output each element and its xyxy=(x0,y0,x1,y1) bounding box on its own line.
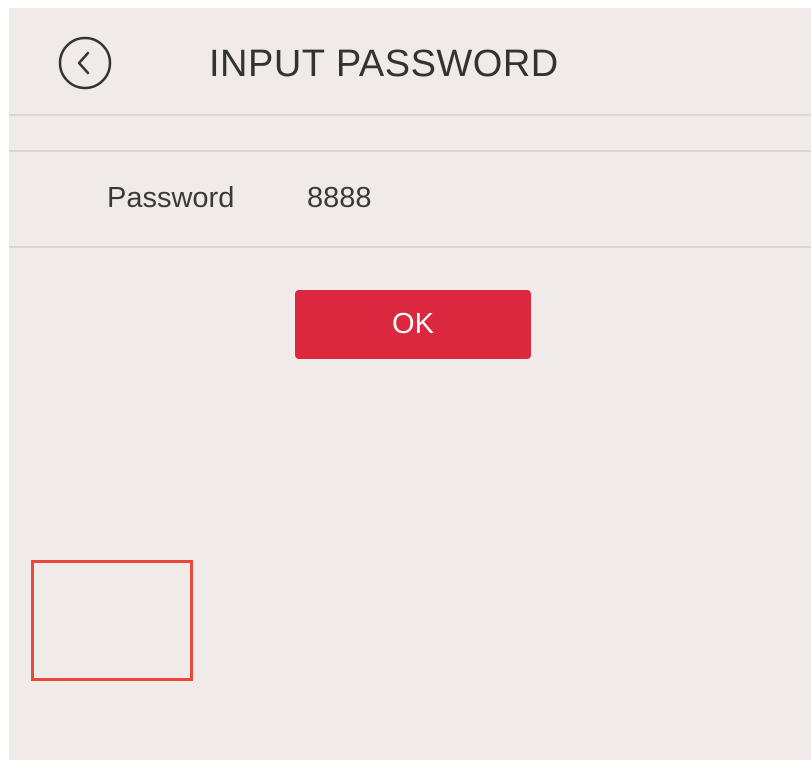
chevron-left-circle-icon xyxy=(58,36,112,90)
divider xyxy=(9,114,811,116)
highlight-box xyxy=(31,560,193,681)
back-button[interactable] xyxy=(57,35,113,91)
header-bar: INPUT PASSWORD xyxy=(9,8,811,116)
page-title: INPUT PASSWORD xyxy=(209,43,559,85)
password-row: Password xyxy=(9,152,811,246)
password-input[interactable] xyxy=(307,176,767,220)
password-label: Password xyxy=(107,182,235,214)
ok-button[interactable]: OK xyxy=(295,290,531,359)
password-screen: INPUT PASSWORD Password OK xyxy=(9,8,811,760)
divider xyxy=(9,246,811,248)
